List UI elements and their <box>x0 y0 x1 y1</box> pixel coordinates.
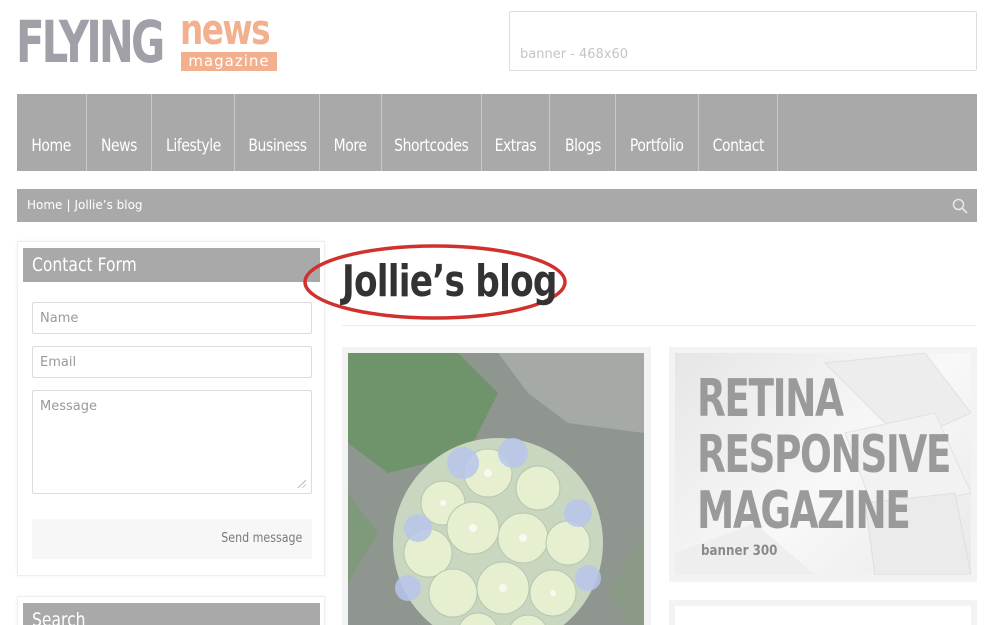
breadcrumb-separator: | <box>66 198 71 212</box>
nav-label: Blogs <box>564 136 601 156</box>
nav-label: Business <box>247 136 307 156</box>
page-title: Jollie’s blog <box>342 256 557 307</box>
nav-item-lifestyle[interactable]: Lifestyle <box>152 94 235 171</box>
logo-word-magazine: magazine <box>181 52 277 71</box>
widget-title-text: Contact Form <box>32 254 137 276</box>
nav-item-blogs[interactable]: Blogs <box>550 94 616 171</box>
widget-title: Contact Form <box>23 248 320 282</box>
send-message-button[interactable]: Send message <box>221 531 302 546</box>
banner-text-line: MAGAZINE <box>697 481 911 541</box>
nav-item-home[interactable]: Home <box>17 94 87 171</box>
banner-text-line: RETINA <box>697 369 844 429</box>
nav-item-business[interactable]: Business <box>235 94 320 171</box>
nav-label: News <box>100 136 138 156</box>
post-card-flower[interactable] <box>342 347 651 625</box>
top-banner-ad[interactable]: banner - 468x60 <box>509 11 977 71</box>
widget-title-text: Search <box>32 609 86 625</box>
nav-item-news[interactable]: News <box>87 94 152 171</box>
widget-title: Search <box>23 603 320 625</box>
top-banner-label: banner - 468x60 <box>520 47 629 62</box>
site-logo[interactable]: FLYING news magazine <box>16 5 286 76</box>
nav-label: More <box>334 136 367 156</box>
logo-word-flying: FLYING <box>16 8 165 76</box>
main-nav: Home News Lifestyle Business More Shortc… <box>17 94 977 171</box>
banner-text-line: RESPONSIVE <box>697 425 951 485</box>
banner-300-ad[interactable]: RETINA RESPONSIVE MAGAZINE banner 300 <box>669 347 977 582</box>
post-card-next[interactable] <box>669 600 977 625</box>
title-divider <box>342 325 976 326</box>
nav-item-shortcodes[interactable]: Shortcodes <box>382 94 482 171</box>
name-field[interactable]: Name <box>32 302 312 334</box>
nav-item-portfolio[interactable]: Portfolio <box>616 94 699 171</box>
banner-caption: banner 300 <box>701 543 778 559</box>
nav-item-contact[interactable]: Contact <box>699 94 778 171</box>
nav-label: Contact <box>712 136 764 156</box>
resize-grip-icon[interactable] <box>296 478 306 488</box>
post-card-next-inner <box>675 606 971 625</box>
search-widget: Search <box>17 596 325 625</box>
search-icon[interactable] <box>952 198 968 214</box>
message-placeholder: Message <box>40 399 97 414</box>
logo-word-news: news <box>180 5 271 54</box>
banner-image[interactable]: RETINA RESPONSIVE MAGAZINE banner 300 <box>675 353 971 575</box>
contact-form-widget: Contact Form Name Email Message Send mes… <box>17 241 325 576</box>
nav-label: Extras <box>494 136 537 156</box>
breadcrumb-current: Jollie’s blog <box>74 198 143 212</box>
message-field[interactable]: Message <box>32 390 312 494</box>
nav-label: Home <box>31 136 72 156</box>
breadcrumb: Home | Jollie’s blog <box>17 189 977 222</box>
nav-item-extras[interactable]: Extras <box>482 94 550 171</box>
post-image[interactable] <box>348 353 644 625</box>
nav-label: Shortcodes <box>394 136 469 156</box>
nav-label: Lifestyle <box>165 136 221 156</box>
page: FLYING news magazine banner - 468x60 Hom… <box>0 0 994 625</box>
nav-item-more[interactable]: More <box>320 94 382 171</box>
breadcrumb-home-link[interactable]: Home <box>27 198 62 212</box>
email-field[interactable]: Email <box>32 346 312 378</box>
send-area: Send message <box>32 519 312 559</box>
nav-label: Portfolio <box>630 136 684 156</box>
